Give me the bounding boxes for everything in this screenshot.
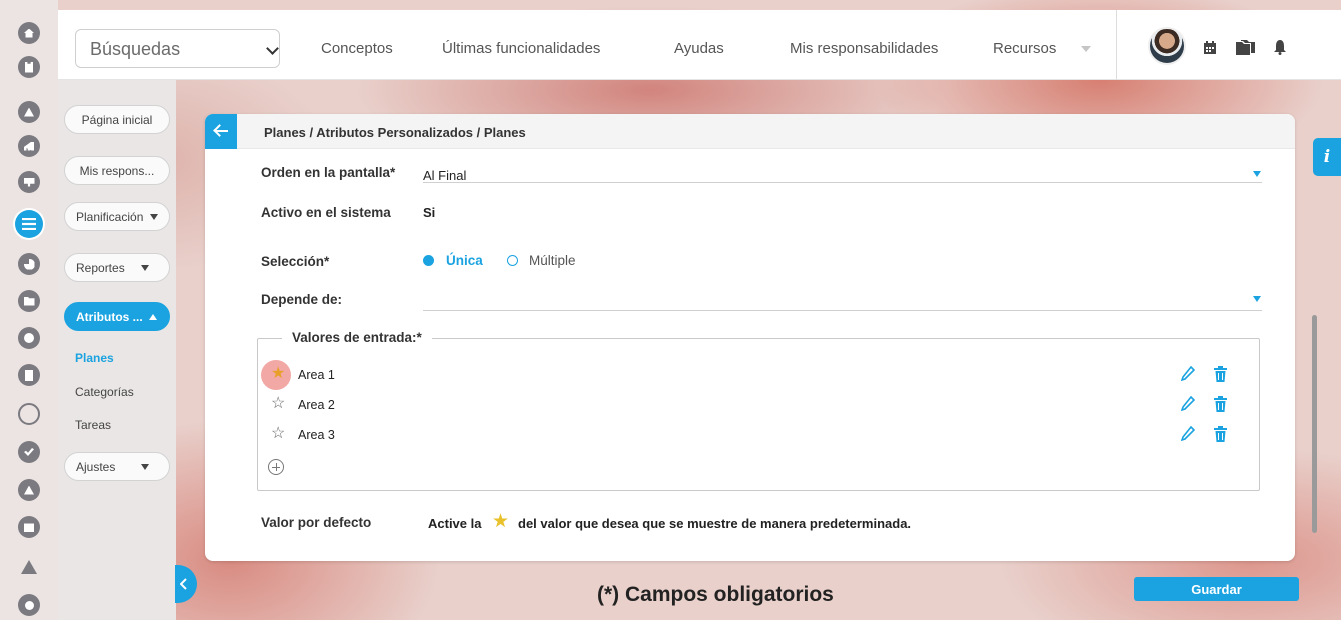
- default-label: Valor por defecto: [261, 515, 372, 530]
- values-legend: Valores de entrada:*: [282, 330, 432, 345]
- calendar-icon[interactable]: [18, 516, 40, 538]
- breadcrumb: Planes / Atributos Personalizados / Plan…: [264, 125, 526, 140]
- divider: [1116, 10, 1117, 80]
- list-item: ☆ Area 2: [258, 391, 1259, 419]
- tower-icon[interactable]: [18, 56, 40, 78]
- plans-icon[interactable]: [15, 210, 43, 238]
- search-select[interactable]: Búsquedas: [75, 29, 280, 68]
- active-label: Activo en el sistema: [261, 205, 391, 220]
- value-label: Area 2: [298, 398, 335, 412]
- trash-icon[interactable]: [1214, 396, 1227, 412]
- alert-icon[interactable]: [18, 479, 40, 501]
- sidebar-item-settings[interactable]: Ajustes: [64, 452, 170, 481]
- list-item: ★ Area 1: [258, 360, 1259, 390]
- pie-icon[interactable]: [18, 253, 40, 275]
- gear-icon[interactable]: [18, 594, 40, 616]
- top-bar: Búsquedas Conceptos Últimas funcionalida…: [58, 10, 1341, 80]
- values-fieldset: Valores de entrada:* ★ Area 1 ☆ Area 2 ☆…: [257, 330, 1260, 491]
- recursos-caret-icon[interactable]: [1081, 46, 1091, 52]
- chevron-left-icon: [180, 578, 187, 590]
- star-outline-icon[interactable]: ☆: [271, 396, 285, 412]
- scrollbar-thumb[interactable]: [1312, 315, 1317, 533]
- edit-icon[interactable]: [1181, 396, 1195, 412]
- nav-conceptos[interactable]: Conceptos: [321, 40, 393, 57]
- network-icon[interactable]: [18, 556, 40, 578]
- chevron-down-icon[interactable]: [266, 42, 279, 55]
- active-value: Si: [423, 205, 436, 220]
- sidebar-item-label: Ajustes: [76, 459, 116, 474]
- order-caret-icon[interactable]: [1253, 171, 1261, 177]
- sidebar-item-label: Mis respons...: [79, 163, 155, 178]
- caret-down-icon: [140, 264, 149, 271]
- cycle-icon[interactable]: [18, 403, 40, 425]
- sidebar-item-label: Planificación: [76, 209, 144, 224]
- clock-icon[interactable]: [18, 327, 40, 349]
- depends-caret-icon[interactable]: [1253, 296, 1261, 302]
- search-label: Búsquedas: [90, 39, 181, 59]
- edit-icon[interactable]: [1181, 426, 1195, 442]
- sidebar-item-attributes[interactable]: Atributos ...: [64, 302, 170, 331]
- order-label: Orden en la pantalla*: [261, 165, 396, 180]
- value-label: Area 3: [298, 428, 335, 442]
- order-underline: [423, 182, 1262, 183]
- required-note: (*) Campos obligatorios: [597, 583, 834, 606]
- check-icon[interactable]: [18, 441, 40, 463]
- nav-ultimas-funcionalidades[interactable]: Últimas funcionalidades: [442, 40, 600, 57]
- sidebar-item-home[interactable]: Página inicial: [64, 105, 170, 134]
- back-button[interactable]: [205, 114, 237, 149]
- save-button[interactable]: Guardar: [1134, 577, 1299, 601]
- sidebar-item-label: Atributos ...: [76, 309, 143, 324]
- scrollbar[interactable]: [1308, 150, 1320, 610]
- avatar[interactable]: [1148, 27, 1186, 65]
- sidebar-subitem-tareas[interactable]: Tareas: [75, 418, 111, 432]
- nav-mis-responsabilidades[interactable]: Mis responsabilidades: [790, 40, 938, 57]
- caret-down-icon: [141, 463, 150, 470]
- sidebar-item-reports[interactable]: Reportes: [64, 253, 170, 282]
- nav-ayudas[interactable]: Ayudas: [674, 40, 724, 57]
- caret-up-icon: [148, 313, 157, 320]
- trash-icon[interactable]: [1214, 426, 1227, 442]
- sidebar-item-responsibilities[interactable]: Mis respons...: [64, 156, 170, 185]
- star-help-icon: ★: [492, 511, 510, 532]
- bell-icon[interactable]: [1274, 39, 1286, 55]
- value-label: Area 1: [298, 368, 335, 382]
- chart-icon[interactable]: [18, 135, 40, 157]
- form-card: Planes / Atributos Personalizados / Plan…: [205, 114, 1295, 561]
- folder-icon[interactable]: [18, 290, 40, 312]
- radio-multiple[interactable]: [507, 255, 518, 266]
- home-icon[interactable]: [18, 22, 40, 44]
- card-header: Planes / Atributos Personalizados / Plan…: [205, 114, 1295, 149]
- edit-icon[interactable]: [1181, 366, 1195, 382]
- icon-bar: [0, 0, 58, 620]
- depends-underline: [423, 310, 1262, 311]
- add-value-icon[interactable]: [268, 459, 284, 475]
- radio-multiple-label[interactable]: Múltiple: [529, 253, 576, 268]
- sidebar: Página inicial Mis respons... Planificac…: [58, 80, 176, 620]
- calendar-icon[interactable]: [1203, 41, 1217, 55]
- sidebar-subitem-planes[interactable]: Planes: [75, 351, 114, 365]
- list-item: ☆ Area 3: [258, 421, 1259, 449]
- monitor-icon[interactable]: [18, 171, 40, 193]
- star-outline-icon[interactable]: ☆: [271, 426, 285, 442]
- sidebar-subitem-categorias[interactable]: Categorías: [75, 385, 134, 399]
- radio-single[interactable]: [423, 255, 434, 266]
- caret-down-icon: [150, 213, 159, 220]
- depends-label: Depende de:: [261, 292, 343, 307]
- star-filled-icon[interactable]: ★: [271, 366, 285, 382]
- sidebar-item-label: Reportes: [76, 260, 125, 275]
- default-help-suffix: del valor que desea que se muestre de ma…: [518, 516, 912, 531]
- nav-recursos[interactable]: Recursos: [993, 40, 1056, 57]
- sidebar-item-planning[interactable]: Planificación: [64, 202, 170, 231]
- collapse-sidebar-button[interactable]: [175, 565, 197, 603]
- trash-icon[interactable]: [1214, 366, 1227, 382]
- radio-single-label[interactable]: Única: [446, 253, 483, 268]
- default-help-prefix: Active la: [428, 516, 482, 531]
- selection-label: Selección*: [261, 254, 330, 269]
- info-button[interactable]: i: [1313, 138, 1341, 176]
- order-value[interactable]: Al Final: [423, 168, 466, 183]
- sidebar-item-label: Página inicial: [81, 112, 153, 127]
- document-icon[interactable]: [18, 364, 40, 386]
- folders-icon[interactable]: [1236, 40, 1255, 55]
- triangle-icon[interactable]: [18, 101, 40, 123]
